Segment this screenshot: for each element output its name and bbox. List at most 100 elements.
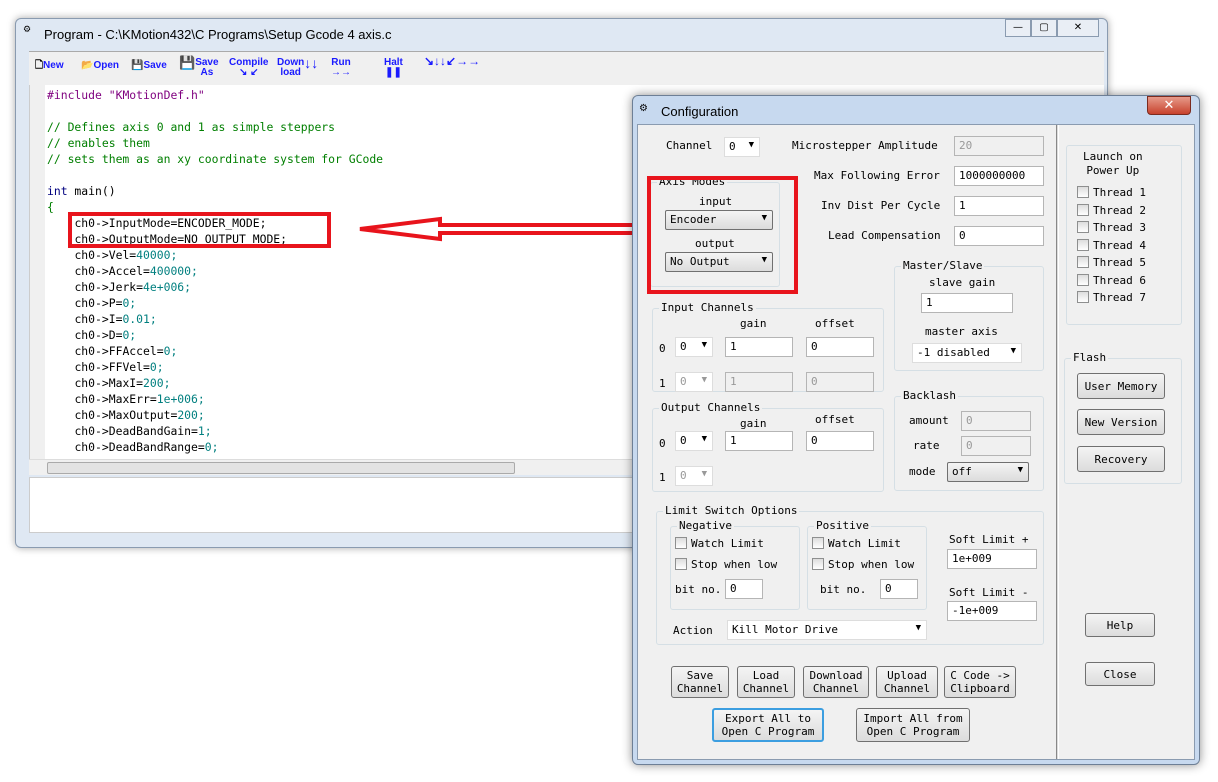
flash-group: Flash User Memory New Version Recovery [1064,351,1182,484]
lead-comp-input[interactable]: 0 [954,226,1044,246]
code-line: ch0->Jerk=4e+006; [74,280,192,294]
compile-button[interactable]: Compile ↘ ↙ [229,58,268,78]
all-in-one-icon: ↘↓↓↙→→ [424,54,481,68]
backlash-amount-input[interactable]: 0 [961,411,1031,431]
import-all-button[interactable]: Import All from Open C Program [856,708,970,742]
output-offset-0[interactable]: 0 [806,431,874,451]
thread-5-checkbox[interactable]: Thread 5 [1077,256,1146,269]
master-slave-group: Master/Slave slave gain 1 master axis -1… [894,259,1044,371]
close-button[interactable]: Close [1085,662,1155,686]
compile-download-run-button[interactable]: ↘↓↓↙→→ [424,54,481,68]
inv-dist-input[interactable]: 1 [954,196,1044,216]
input-channel-0-select[interactable]: 0 ▼ [675,337,713,357]
chevron-down-icon: ▼ [701,434,707,444]
scrollbar-thumb[interactable] [47,462,515,474]
code-text[interactable]: #include "KMotionDef.h" // Defines axis … [47,87,383,455]
input-channel-1-select[interactable]: 0 ▼ [675,372,713,392]
max-following-input[interactable]: 1000000000 [954,166,1044,186]
open-button[interactable]: 📂Open [81,61,119,71]
soft-limit-plus-input[interactable]: 1e+009 [947,549,1037,569]
output-channels-group: Output Channels gain offset 0 0 ▼ 1 0 1 0… [652,401,884,492]
chevron-down-icon: ▼ [748,140,754,150]
download-button[interactable]: Down load ↓↓ [277,55,319,78]
master-axis-select[interactable]: -1 disabled ▼ [912,343,1022,363]
chevron-down-icon: ▼ [1010,346,1016,356]
negative-limit-group: Negative Watch Limit Stop when low bit n… [670,519,800,610]
chevron-down-icon: ▼ [701,375,707,385]
inv-dist-label: Inv Dist Per Cycle [821,199,941,212]
code-line: ch0->P=0; [74,296,137,310]
output-gain-0[interactable]: 1 [725,431,793,451]
pos-watch-limit-checkbox[interactable]: Watch Limit [812,537,901,550]
slave-gain-input[interactable]: 1 [921,293,1013,313]
thread-3-checkbox[interactable]: Thread 3 [1077,221,1146,234]
chevron-down-icon: ▼ [915,623,921,633]
thread-7-checkbox[interactable]: Thread 7 [1077,291,1146,304]
close-button[interactable]: ✕ [1057,19,1099,37]
thread-1-checkbox[interactable]: Thread 1 [1077,186,1146,199]
lead-comp-label: Lead Compensation [828,229,941,242]
highlight-box-axis-modes [647,176,798,294]
maximize-button[interactable]: ▢ [1031,19,1057,37]
input-gain-1[interactable]: 1 [725,372,793,392]
user-memory-button[interactable]: User Memory [1077,373,1165,399]
neg-watch-limit-checkbox[interactable]: Watch Limit [675,537,764,550]
code-line: ch0->DeadBandGain=1; [74,424,212,438]
new-version-button[interactable]: New Version [1077,409,1165,435]
chevron-down-icon: ▼ [1017,465,1023,475]
program-window-title: Program - C:\KMotion432\C Programs\Setup… [44,27,392,42]
input-channels-group: Input Channels gain offset 0 0 ▼ 1 0 1 0 ▼… [652,301,884,392]
load-channel-button[interactable]: Load Channel [737,666,795,698]
minimize-button[interactable]: — [1005,19,1031,37]
floppy-icon: 💾 [179,55,196,70]
backlash-mode-select[interactable]: off ▼ [947,462,1029,482]
channel-select[interactable]: 0 ▼ [724,137,760,157]
neg-stop-low-checkbox[interactable]: Stop when low [675,558,777,571]
halt-button[interactable]: Halt ❚❚ [384,58,403,78]
code-line: ch0->D=0; [74,328,137,342]
upload-channel-button[interactable]: Upload Channel [876,666,938,698]
launch-on-powerup-group: Launch on Power Up Thread 1 Thread 2 Thread… [1066,145,1182,325]
input-offset-1[interactable]: 0 [806,372,874,392]
output-channel-0-select[interactable]: 0 ▼ [675,431,713,451]
help-button[interactable]: Help [1085,613,1155,637]
code-line: ch0->FFVel=0; [74,360,164,374]
input-gain-0[interactable]: 1 [725,337,793,357]
save-channel-button[interactable]: Save Channel [671,666,729,698]
save-button[interactable]: 💾Save [131,61,167,71]
pos-stop-low-checkbox[interactable]: Stop when low [812,558,914,571]
close-icon[interactable]: ✕ [1147,96,1191,115]
run-arrows-icon: →→ [331,67,351,78]
run-button[interactable]: Run →→ [331,58,351,78]
save-as-button[interactable]: 💾 Save As [179,55,219,78]
soft-limit-minus-input[interactable]: -1e+009 [947,601,1037,621]
thread-6-checkbox[interactable]: Thread 6 [1077,273,1146,287]
neg-bit-input[interactable]: 0 [725,579,763,599]
code-line: ch0->FFAccel=0; [74,344,178,358]
action-select[interactable]: Kill Motor Drive ▼ [727,620,927,640]
code-line: ch0->MaxI=200; [74,376,171,390]
toolbar: 🗋New 📂Open 💾Save 💾 Save As Compile ↘ ↙ Down… [29,51,1104,85]
new-button[interactable]: 🗋New [35,61,64,71]
channel-label: Channel [666,139,713,152]
microstepper-input[interactable]: 20 [954,136,1044,156]
c-code-clipboard-button[interactable]: C Code -> Clipboard [944,666,1016,698]
down-arrows-icon: ↓↓ [304,55,319,71]
panel-divider [1056,125,1059,759]
dialog-title: Configuration [661,104,739,119]
download-channel-button[interactable]: Download Channel [803,666,869,698]
red-arrow [359,216,640,242]
backlash-rate-input[interactable]: 0 [961,436,1031,456]
thread-4-checkbox[interactable]: Thread 4 [1077,238,1146,252]
recovery-button[interactable]: Recovery [1077,446,1165,472]
export-all-button[interactable]: Export All to Open C Program [712,708,824,742]
positive-limit-group: Positive Watch Limit Stop when low bit n… [807,519,927,610]
thread-2-checkbox[interactable]: Thread 2 [1077,203,1146,217]
code-line: ch0->I=0.01; [74,312,157,326]
code-line: ch0->Vel=40000; [74,248,178,262]
pos-bit-input[interactable]: 0 [880,579,918,599]
app-icon: ⚙ [639,103,648,114]
input-offset-0[interactable]: 0 [806,337,874,357]
microstepper-label: Microstepper Amplitude [792,139,938,152]
output-channel-1-select[interactable]: 0 ▼ [675,466,713,486]
